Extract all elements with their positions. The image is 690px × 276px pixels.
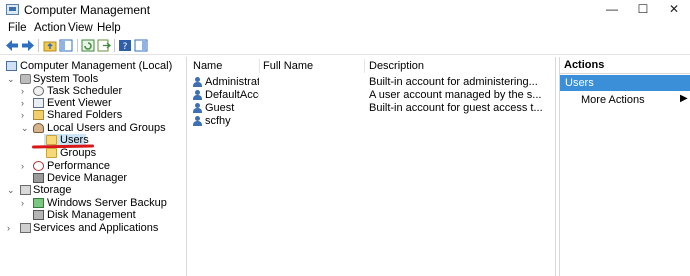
- window-title: Computer Management: [24, 3, 151, 17]
- toolbar-separator: [77, 39, 78, 52]
- user-icon: [192, 90, 203, 101]
- toolbar-separator: [38, 39, 39, 52]
- refresh-icon[interactable]: [81, 39, 95, 52]
- device-manager-icon: [33, 173, 44, 183]
- svg-text:?: ?: [123, 42, 128, 52]
- expand-chevron-icon[interactable]: ›: [21, 197, 29, 210]
- disk-management-icon: [33, 210, 44, 220]
- console-tree: Computer Management (Local) ⌄ System Too…: [0, 57, 187, 276]
- tree-label: Groups: [60, 147, 97, 159]
- cell-name: DefaultAcco...: [205, 89, 259, 101]
- column-separator[interactable]: [259, 59, 260, 73]
- cell-name: Administrator: [205, 76, 259, 88]
- tree-label: Disk Management: [47, 209, 136, 221]
- user-icon: [192, 116, 203, 127]
- tree-label: Shared Folders: [47, 109, 123, 121]
- table-row[interactable]: Administrator Built-in account for admin…: [188, 76, 556, 89]
- expand-chevron-icon[interactable]: ›: [7, 222, 15, 235]
- toolbar: ?: [0, 37, 690, 55]
- back-arrow-icon[interactable]: [5, 39, 19, 52]
- computer-management-icon: [6, 4, 19, 15]
- computer-icon: [6, 61, 17, 71]
- column-header-description[interactable]: Description: [369, 60, 424, 74]
- services-icon: [20, 223, 31, 233]
- table-row[interactable]: DefaultAcco... A user account managed by…: [188, 89, 556, 102]
- menu-file[interactable]: File: [8, 22, 27, 34]
- user-icon: [192, 103, 203, 114]
- toolbar-separator: [114, 39, 115, 52]
- toolbox-icon: [20, 74, 31, 84]
- show-hide-tree-icon[interactable]: [59, 39, 73, 52]
- users-group-icon: [33, 123, 44, 133]
- menu-bar: File Action View Help: [0, 20, 690, 37]
- performance-icon: [33, 161, 44, 171]
- cell-name: scfhy: [205, 115, 231, 127]
- submenu-arrow-icon[interactable]: ▶: [680, 93, 688, 104]
- table-row[interactable]: Guest Built-in account for guest access …: [188, 102, 556, 115]
- expand-chevron-icon[interactable]: ›: [21, 160, 29, 173]
- show-hide-action-pane-icon[interactable]: [134, 39, 148, 52]
- event-viewer-icon: [33, 98, 44, 108]
- forward-arrow-icon[interactable]: [21, 39, 35, 52]
- tree-label: Services and Applications: [33, 222, 159, 234]
- menu-help[interactable]: Help: [97, 22, 121, 34]
- minimize-button[interactable]: —: [596, 0, 628, 20]
- up-folder-icon[interactable]: [43, 39, 57, 52]
- expand-chevron-icon[interactable]: ›: [21, 109, 29, 122]
- maximize-button[interactable]: ☐: [627, 0, 659, 20]
- menu-action[interactable]: Action: [34, 22, 66, 34]
- clock-icon: [33, 86, 44, 96]
- collapse-chevron-icon[interactable]: ⌄: [7, 73, 15, 86]
- table-row[interactable]: scfhy: [188, 115, 556, 128]
- actions-header: Actions: [560, 57, 690, 74]
- actions-pane: Actions Users More Actions ▶: [559, 57, 690, 276]
- shared-folder-icon: [33, 110, 44, 120]
- cell-description: A user account managed by the s...: [369, 89, 542, 101]
- tree-label: Storage: [33, 184, 72, 196]
- collapse-chevron-icon[interactable]: ⌄: [7, 184, 15, 197]
- more-actions-link[interactable]: More Actions: [581, 94, 645, 106]
- folder-icon: [46, 135, 57, 145]
- column-header-full-name[interactable]: Full Name: [263, 60, 313, 74]
- title-bar: Computer Management — ☐ ✕: [0, 0, 690, 20]
- storage-icon: [20, 185, 31, 195]
- backup-icon: [33, 198, 44, 208]
- column-separator[interactable]: [364, 59, 365, 73]
- users-list-view: Name Full Name Description Administrator…: [188, 57, 556, 276]
- export-list-icon[interactable]: [97, 39, 111, 52]
- actions-section-users[interactable]: Users: [560, 75, 690, 91]
- cell-description: Built-in account for administering...: [369, 76, 538, 88]
- menu-view[interactable]: View: [68, 22, 93, 34]
- cell-description: Built-in account for guest access t...: [369, 102, 543, 114]
- help-icon[interactable]: ?: [118, 39, 132, 52]
- cell-name: Guest: [205, 102, 235, 114]
- tree-label: Computer Management (Local): [20, 60, 173, 72]
- user-icon: [192, 77, 203, 88]
- close-button[interactable]: ✕: [658, 0, 690, 20]
- folder-icon: [46, 148, 57, 158]
- column-header-name[interactable]: Name: [193, 60, 222, 74]
- collapse-chevron-icon[interactable]: ⌄: [21, 122, 29, 135]
